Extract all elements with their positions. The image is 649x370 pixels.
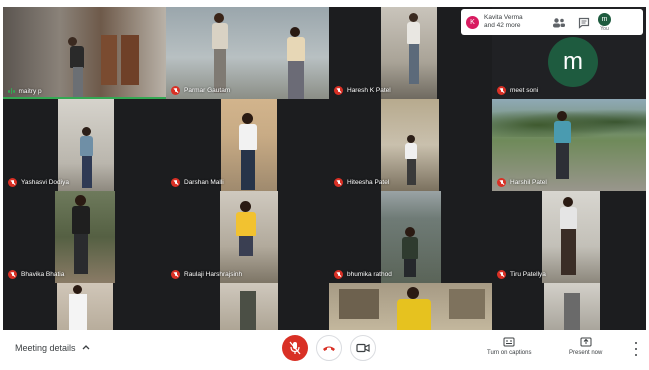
mic-muted-icon [171,178,180,187]
participant-name: bhumika rathod [347,271,392,278]
chevron-up-icon [82,344,90,352]
end-call-button[interactable] [316,335,342,361]
mic-muted-icon [171,86,180,95]
mic-off-icon [289,341,301,355]
hang-up-icon [323,346,335,351]
participant-tile[interactable]: Bhavika Bhatia [3,191,166,283]
meeting-details-button[interactable]: Meeting details [15,343,90,353]
avatar: m [598,12,611,26]
present-icon [580,337,592,347]
avatar: K [466,15,479,29]
mic-muted-icon [8,178,17,187]
bottom-control-bar: Meeting details Turn on captions Present… [3,330,646,368]
participant-name: Haresh K Patel [347,87,391,94]
meeting-details-label: Meeting details [15,343,76,353]
participants-more-count: and 42 more [484,22,521,29]
participant-name: Hiteesha Patel [347,179,390,186]
participant-tile[interactable]: Harshil Patel [492,99,646,191]
mic-muted-icon [497,178,506,187]
mic-muted-icon [497,270,506,279]
self-account[interactable]: m You [598,12,611,32]
captions-label: Turn on captions [487,350,532,356]
participant-name: Bhavika Bhatia [21,271,65,278]
participant-name: Tiru Patellya [510,271,546,278]
microphone-toggle-button[interactable] [282,335,308,361]
mic-muted-icon [497,86,506,95]
participant-name: maitry p [18,87,42,95]
present-label: Present now [569,350,603,356]
participant-tile[interactable] [166,283,329,330]
mic-muted-icon [334,86,343,95]
people-icon[interactable] [552,16,565,28]
camera-toggle-button[interactable] [350,335,376,361]
participant-tile[interactable]: Parmar Gautam [166,7,329,99]
audio-level-icon [8,87,15,95]
participant-tile[interactable]: Tiru Patellya [492,191,646,283]
participant-name: Darshan Malli [184,179,224,186]
participants-first-name: Kavita Verma [484,14,523,21]
participant-name: Raulaji Harshrajsinh [184,271,243,278]
captions-icon [503,337,515,347]
participant-tile[interactable]: maitry p [3,7,166,99]
mic-muted-icon [171,270,180,279]
participant-tile[interactable]: bhumika rathod [329,191,492,283]
self-avatar: m [548,37,598,87]
more-options-icon[interactable] [633,342,639,356]
mic-muted-icon [334,270,343,279]
participant-tile[interactable]: Darshan Malli [166,99,329,191]
participant-tile[interactable] [3,283,166,330]
top-right-panel: K Kavita Verma and 42 more m You [461,9,643,35]
mic-muted-icon [334,178,343,187]
participant-name: Parmar Gautam [184,87,231,94]
participant-name: meet soni [510,87,539,94]
present-now-button[interactable]: Present now [569,337,602,356]
participant-tile[interactable]: Raulaji Harshrajsinh [166,191,329,283]
participant-name: Yashasvi Dodiya [21,179,69,186]
participant-tile[interactable]: Hiteesha Patel [329,99,492,191]
participants-chip[interactable]: K Kavita Verma and 42 more [461,14,546,30]
participant-name: Harshil Patel [510,179,547,186]
chat-icon[interactable] [578,16,590,29]
meet-window: maitry p Parmar Gautam Haresh K Patel me… [3,7,646,368]
camera-icon [356,343,370,353]
participant-tile[interactable] [329,283,492,330]
captions-button[interactable]: Turn on captions [487,337,531,356]
you-label: You [600,25,609,32]
participant-tile[interactable]: Yashasvi Dodiya [3,99,166,191]
participant-tile[interactable] [492,283,646,330]
mic-muted-icon [8,270,17,279]
